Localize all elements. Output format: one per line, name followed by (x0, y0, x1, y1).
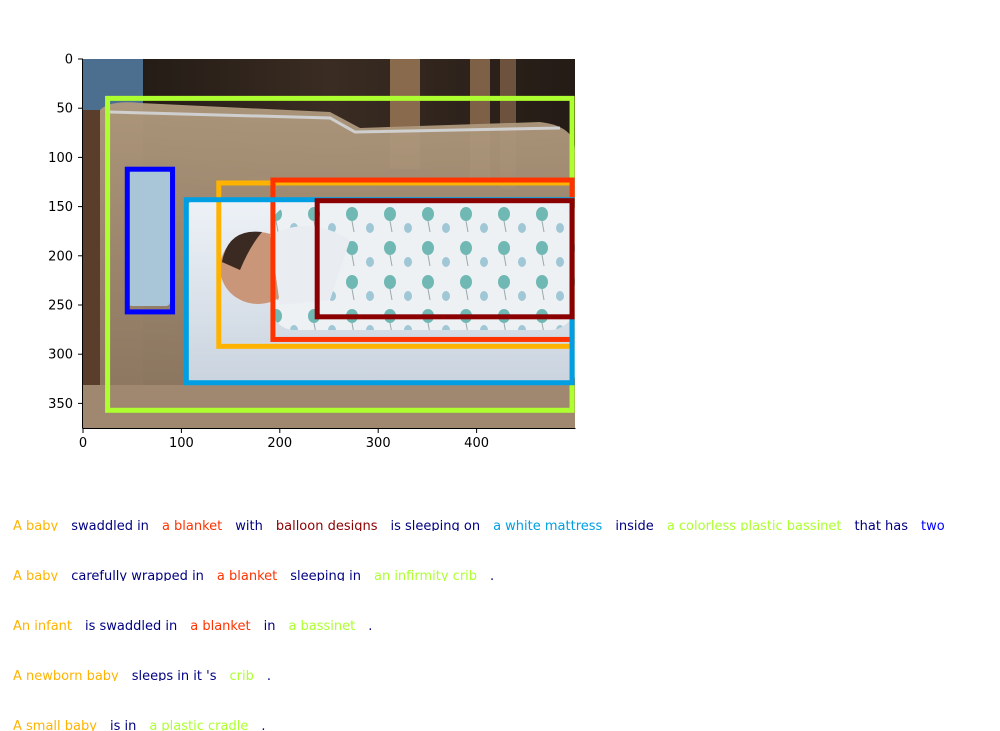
caption-phrase: crib (229, 669, 254, 681)
caption-phrase: . (261, 719, 266, 731)
caption-phrase: a white mattress (493, 519, 603, 531)
caption-phrase: is swaddled in (85, 619, 178, 631)
x-tick-label: 0 (79, 436, 87, 451)
caption-phrase: with (235, 519, 263, 531)
caption-phrase: a blanket (161, 519, 223, 531)
caption-phrase: A newborn baby (13, 669, 119, 681)
caption-phrase: balloon designs (275, 519, 378, 531)
caption-phrase: inside (615, 519, 654, 531)
x-tick-label: 400 (464, 436, 489, 451)
y-tick-label: 0 (65, 53, 73, 68)
caption-phrase: a blanket (190, 619, 251, 631)
y-tick-label: 150 (48, 200, 73, 215)
caption-phrase: is sleeping on (390, 519, 481, 531)
caption-line: A small baby is in a plastic cradle. (13, 719, 278, 731)
caption-phrase: sleeping in (290, 569, 361, 581)
caption-phrase: An infant (13, 619, 72, 631)
caption-phrase: a colorless plastic bassinet (666, 519, 842, 531)
caption-phrase: an infirmity crib (373, 569, 478, 581)
caption-phrase: . (266, 669, 271, 681)
y-tick-label: 300 (48, 348, 73, 363)
caption-line: A baby swaddled in a blanket with balloon de… (13, 519, 958, 531)
y-tick-label: 250 (48, 299, 73, 314)
x-tick-label: 200 (267, 436, 292, 451)
annotated-image-figure: 0 50 100 150 200 250 300 350 0 100 200 300 400 (48, 53, 576, 451)
caption-phrase: A baby (13, 519, 59, 531)
baby-in-bassinet-photo (83, 59, 575, 428)
caption-phrase: A small baby (13, 719, 97, 731)
caption-phrase: is in (109, 719, 137, 731)
caption-phrase: two (921, 519, 945, 531)
y-tick-label: 100 (48, 151, 73, 166)
caption-phrase: a plastic cradle (149, 719, 249, 731)
caption-phrase: A baby (13, 569, 59, 581)
caption-phrase: that has (854, 519, 909, 531)
y-tick-label: 50 (56, 102, 73, 117)
caption-phrase: a blanket (216, 569, 278, 581)
caption-phrase: . (490, 569, 495, 581)
caption-phrase: a bassinet (288, 619, 356, 631)
caption-phrase: swaddled in (71, 519, 149, 531)
caption-phrase: carefully wrapped in (71, 569, 204, 581)
x-tick-label: 100 (169, 436, 194, 451)
caption-line: A newborn baby sleeps in it 's crib. (13, 669, 284, 681)
y-tick-label: 200 (48, 249, 73, 264)
caption-line: An infant is swaddled in a blanket in a bass… (13, 619, 385, 631)
caption-phrase: . (368, 619, 373, 631)
y-tick-label: 350 (48, 397, 73, 412)
caption-phrase: in (263, 619, 276, 631)
caption-line: A baby carefully wrapped in a blanket sleep… (13, 569, 507, 581)
caption-phrase: sleeps in it 's (131, 669, 217, 681)
x-tick-label: 300 (366, 436, 391, 451)
